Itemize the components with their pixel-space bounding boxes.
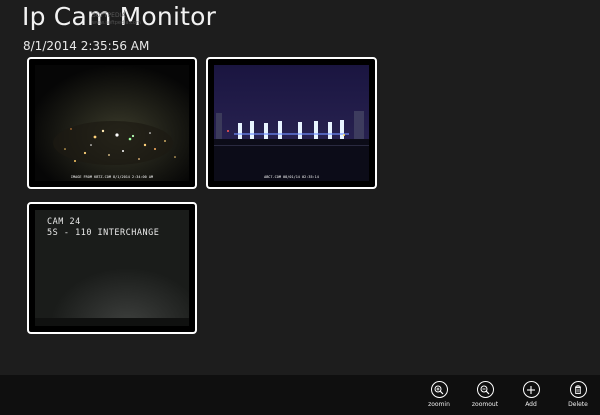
add-label: Add bbox=[525, 401, 537, 408]
camera-tile-3[interactable]: CAM 24 5S - 110 INTERCHANGE bbox=[27, 202, 197, 334]
add-button[interactable]: Add bbox=[511, 381, 551, 408]
delete-button[interactable]: Delete bbox=[558, 381, 598, 408]
zoom-out-icon bbox=[480, 385, 490, 394]
camera-tile-2[interactable]: ABC7.COM 08/01/14 02:35:14 bbox=[206, 57, 377, 189]
zoomout-label: zoomout bbox=[471, 401, 499, 408]
delete-label: Delete bbox=[568, 401, 588, 408]
camera-overlay-location: 5S - 110 INTERCHANGE bbox=[47, 228, 160, 238]
camera-tile-1[interactable]: IMAGE FROM KBTZ.COM 8/1/2014 2:34:00 AM bbox=[27, 57, 197, 189]
watermark-text: SOFTPEDIA bbox=[92, 12, 126, 19]
camera-feed-1-image bbox=[35, 65, 189, 181]
camera-feed-2: ABC7.COM 08/01/14 02:35:14 bbox=[214, 65, 369, 181]
camera-feed-3: CAM 24 5S - 110 INTERCHANGE bbox=[35, 210, 189, 326]
zoom-in-icon bbox=[434, 385, 444, 394]
camera-overlay-cam-number: CAM 24 bbox=[47, 217, 81, 227]
watermark: SOFTPEDIA www.softpedia.com bbox=[92, 12, 141, 26]
current-datetime: 8/1/2014 2:35:56 AM bbox=[23, 39, 150, 53]
plus-icon bbox=[527, 385, 535, 394]
camera-feed-1: IMAGE FROM KBTZ.COM 8/1/2014 2:34:00 AM bbox=[35, 65, 189, 181]
camera-feed-2-image bbox=[214, 65, 369, 181]
zoomin-label: zoomin bbox=[428, 401, 450, 408]
watermark-url: www.softpedia.com bbox=[92, 20, 141, 26]
trash-icon bbox=[575, 384, 581, 394]
app-bar: zoomin zoomout Add Delete bbox=[0, 375, 600, 415]
zoomout-button[interactable]: zoomout bbox=[465, 381, 505, 408]
zoomin-button[interactable]: zoomin bbox=[419, 381, 459, 408]
camera-caption-1: IMAGE FROM KBTZ.COM 8/1/2014 2:34:00 AM bbox=[70, 175, 154, 179]
camera-caption-2: ABC7.COM 08/01/14 02:35:14 bbox=[264, 175, 319, 179]
